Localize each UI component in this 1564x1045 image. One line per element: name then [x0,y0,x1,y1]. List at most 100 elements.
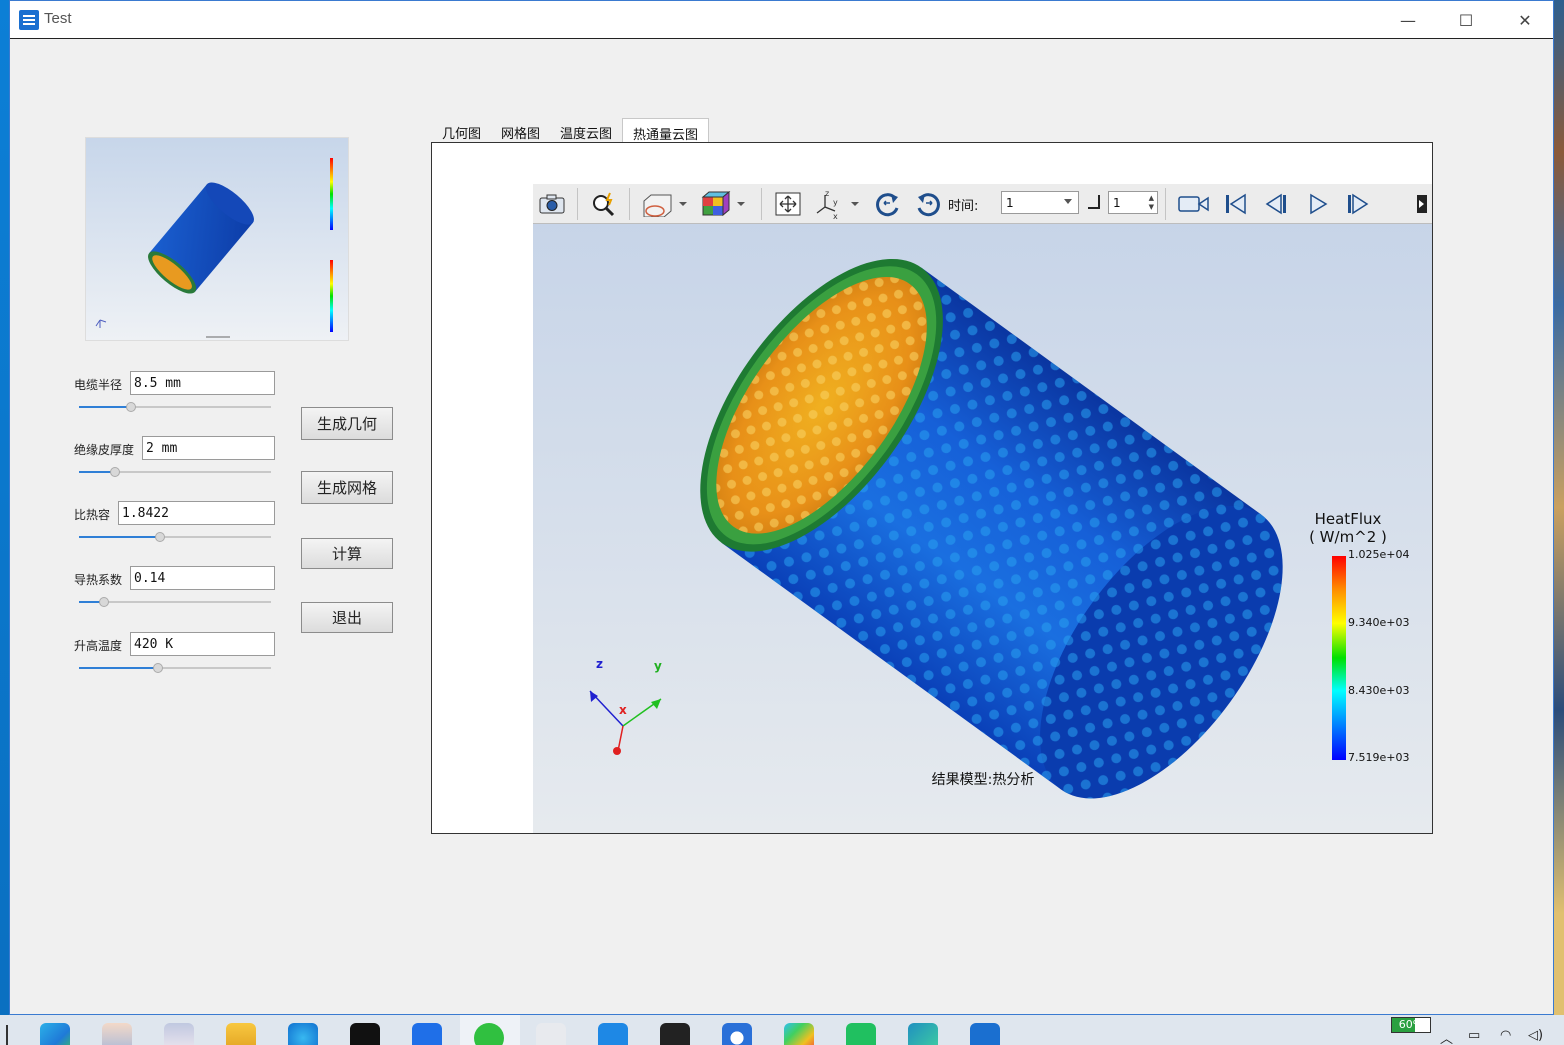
axis-y-label: y [654,659,662,673]
temperature-rise-input[interactable] [130,632,275,656]
spin-down-icon[interactable]: ▼ [1149,204,1154,211]
slider-handle[interactable] [155,532,165,542]
axes-icon[interactable]: zyx [813,189,863,219]
step-spinbox[interactable]: 1 ▲ ▼ [1108,191,1158,214]
app-icon-2[interactable] [660,1023,690,1045]
svg-text:x: x [833,212,838,219]
exit-button[interactable]: 退出 [301,602,393,633]
app-window: Test — ☐ ✕ 电缆半径 8.5 mm 绝缘皮厚度 2 mm 比热容 1.… [9,0,1554,1015]
insulation-thickness-input[interactable] [142,436,275,460]
taskbar-divider [6,1025,8,1045]
viewer-toolbar: zyx 时间: 1 1 ▲ ▼ [533,184,1432,224]
play-icon[interactable] [1303,190,1333,218]
time-label: 时间: [948,199,979,214]
next-frame-icon[interactable] [1343,190,1373,218]
fit-view-icon[interactable] [773,190,803,218]
generate-mesh-button[interactable]: 生成网格 [301,471,393,504]
toolbar-separator [629,188,630,220]
cable-radius-input[interactable] [130,371,275,395]
legend-colorbar [1332,556,1346,760]
wifi-icon[interactable]: ◠ [1500,1028,1511,1043]
thermal-conductivity-label: 导热系数 [74,573,123,587]
generate-geometry-button[interactable]: 生成几何 [301,407,393,440]
prev-frame-icon[interactable] [1261,190,1291,218]
chevron-down-icon [1064,199,1072,204]
thermal-conductivity-slider[interactable] [79,596,271,608]
maximize-button[interactable]: ☐ [1437,1,1495,39]
tab-heat-flux[interactable]: 热通量云图 [622,118,710,143]
clip-plane-icon[interactable] [639,190,689,218]
specific-heat-input[interactable] [118,501,275,525]
axis-triad [589,690,662,755]
tab-temperature[interactable]: 温度云图 [550,118,622,143]
battery-icon[interactable]: ▭ [1468,1028,1480,1043]
volume-icon[interactable]: ◁) [1528,1028,1543,1043]
time-select-value: 1 [1006,196,1014,210]
screen: Test — ☐ ✕ 电缆半径 8.5 mm 绝缘皮厚度 2 mm 比热容 1.… [0,0,1564,1045]
legend-title: HeatFlux ( W/m^2 ) [1303,510,1393,546]
time-select[interactable]: 1 [1001,191,1079,214]
3d-viewer[interactable]: zyx 时间: 1 1 ▲ ▼ z y x HeatFlux (W/m^2)… [533,184,1432,833]
play-store-icon[interactable] [784,1023,814,1045]
slider-fill [79,667,158,669]
feishu-icon[interactable] [598,1023,628,1045]
cable-radius-slider[interactable] [79,401,271,413]
preview-thumbnail [85,137,349,341]
chevron-up-icon[interactable]: ︿ [1440,1028,1453,1045]
title-bar: Test — ☐ ✕ [10,1,1553,39]
test-app-icon[interactable] [970,1023,1000,1045]
minimize-button[interactable]: — [1379,1,1437,39]
axis-x-label: x [619,703,627,717]
toolbar-separator [761,188,762,220]
slider-handle[interactable] [126,402,136,412]
legend-quantity: HeatFlux [1314,510,1382,528]
temperature-rise-slider[interactable] [79,662,271,674]
wechat-icon[interactable] [474,1023,504,1045]
camera-icon[interactable] [537,190,567,218]
specific-heat-label: 比热容 [74,508,111,522]
spin-up-icon[interactable]: ▲ [1149,195,1154,202]
step-icon [1088,195,1100,209]
view-tabs: 几何图 网格图 温度云图 热通量云图 [432,118,710,143]
lark-icon[interactable] [412,1023,442,1045]
browser-icon[interactable] [288,1023,318,1045]
slider-handle[interactable] [99,597,109,607]
result-caption: 结果模型:热分析 [931,772,1035,788]
legend-tick-min: 7.519e+03 [1348,751,1410,764]
heat-flux-model[interactable] [533,224,1432,833]
zoom-icon[interactable] [589,190,619,218]
step-value: 1 [1113,196,1121,210]
edge-icon[interactable] [40,1023,70,1045]
slider-handle[interactable] [110,467,120,477]
legend-tick: 9.340e+03 [1348,616,1410,629]
more-icon[interactable] [1415,190,1429,218]
tab-geometry[interactable]: 几何图 [432,118,491,143]
insulation-thickness-label: 绝缘皮厚度 [74,443,135,457]
folder-icon[interactable] [226,1023,256,1045]
first-frame-icon[interactable] [1221,190,1251,218]
battery-indicator[interactable]: 60% [1391,1017,1431,1033]
compute-button[interactable]: 计算 [301,538,393,569]
temperature-rise-label: 升高温度 [74,639,123,653]
window-title: Test [44,10,72,27]
blue-app-icon[interactable] [722,1023,752,1045]
axis-z-label: z [596,657,603,671]
slider-handle[interactable] [153,663,163,673]
specific-heat-slider[interactable] [79,531,271,543]
rotate-left-icon[interactable] [873,190,903,218]
app-icon[interactable] [536,1023,566,1045]
record-icon[interactable] [1177,190,1211,218]
edge-beta-icon[interactable] [908,1023,938,1045]
toolbar-separator [1165,188,1166,220]
close-button[interactable]: ✕ [1496,1,1554,39]
anime-avatar-icon[interactable] [102,1023,132,1045]
tab-mesh[interactable]: 网格图 [491,118,550,143]
tiktok-icon[interactable] [350,1023,380,1045]
anime-avatar-icon-2[interactable] [164,1023,194,1045]
rotate-right-icon[interactable] [913,190,943,218]
color-cube-icon[interactable] [699,190,749,218]
green-app-icon[interactable] [846,1023,876,1045]
insulation-thickness-slider[interactable] [79,466,271,478]
thermal-conductivity-input[interactable] [130,566,275,590]
svg-text:y: y [833,198,838,207]
